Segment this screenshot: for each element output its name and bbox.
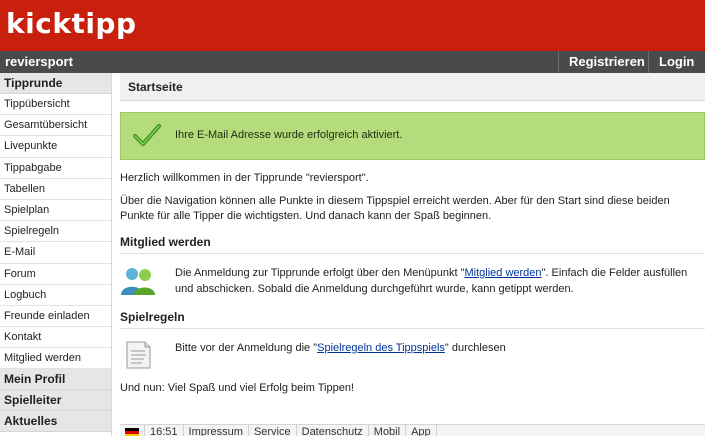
sidebar-heading-aktuelles[interactable]: Aktuelles [0, 411, 111, 433]
link-mitglied-werden[interactable]: Mitglied werden [464, 267, 541, 279]
page-title: Startseite [120, 73, 705, 101]
success-message: Ihre E-Mail Adresse wurde erfolgreich ak… [120, 112, 705, 160]
footer-flag-cell[interactable] [120, 425, 145, 436]
kicktipp-logo[interactable]: kicktipp [6, 7, 137, 40]
welcome-text: Herzlich willkommen in der Tipprunde "re… [120, 172, 369, 184]
member-text: Die Anmeldung zur Tipprunde erfolgt über… [175, 267, 688, 295]
intro-text: Über die Navigation können alle Punkte i… [120, 195, 670, 222]
footer-link-datenschutz[interactable]: Datenschutz [297, 425, 369, 436]
group-bar: reviersport Registrieren Login [0, 51, 705, 73]
sidebar-item-email[interactable]: E-Mail [0, 242, 111, 264]
main-content: Startseite Ihre E-Mail Adresse wurde erf… [112, 73, 705, 436]
sidebar-nav: Tipprunde Tippübersicht Gesamtübersicht … [0, 73, 112, 436]
success-text: Ihre E-Mail Adresse wurde erfolgreich ak… [175, 129, 403, 141]
users-icon [121, 268, 155, 295]
sidebar-item-tippabgabe[interactable]: Tippabgabe [0, 158, 111, 179]
sidebar-item-spielregeln[interactable]: Spielregeln [0, 221, 111, 243]
link-spielregeln[interactable]: Spielregeln des Tippspiels [317, 342, 445, 354]
rules-text: Bitte vor der Anmeldung die "Spielregeln… [175, 342, 506, 354]
document-icon [126, 341, 151, 369]
footer-time: 16:51 [145, 425, 184, 436]
footer-link-impressum[interactable]: Impressum [184, 425, 249, 436]
sidebar-item-tabellen[interactable]: Tabellen [0, 179, 111, 200]
sidebar-item-livepunkte[interactable]: Livepunkte [0, 136, 111, 158]
login-button[interactable]: Login [648, 51, 705, 73]
closing-text: Und nun: Viel Spaß und viel Erfolg beim … [120, 382, 354, 394]
checkmark-icon [133, 124, 161, 146]
german-flag-icon [125, 428, 139, 436]
section-title-spielregeln: Spielregeln [120, 310, 705, 329]
sidebar-heading-mein-profil[interactable]: Mein Profil [0, 369, 111, 391]
sidebar-heading-spielleiter[interactable]: Spielleiter [0, 390, 111, 412]
sidebar-item-spielplan[interactable]: Spielplan [0, 200, 111, 222]
footer-link-mobil[interactable]: Mobil [369, 425, 407, 436]
footer-link-service[interactable]: Service [249, 425, 297, 436]
top-header: kicktipp [0, 0, 705, 51]
sidebar-item-forum[interactable]: Forum [0, 264, 111, 285]
sidebar-item-logbuch[interactable]: Logbuch [0, 285, 111, 306]
group-name[interactable]: reviersport [5, 54, 73, 69]
sidebar-item-tippuebersicht[interactable]: Tippübersicht [0, 94, 111, 116]
sidebar-item-freunde-einladen[interactable]: Freunde einladen [0, 306, 111, 328]
register-button[interactable]: Registrieren [558, 51, 655, 73]
footer-link-app[interactable]: App [406, 425, 437, 436]
sidebar-heading-tipprunde[interactable]: Tipprunde [0, 73, 111, 94]
sidebar-item-kontakt[interactable]: Kontakt [0, 327, 111, 349]
footer-bar: 16:51 Impressum Service Datenschutz Mobi… [120, 424, 705, 436]
sidebar-item-gesamtuebersicht[interactable]: Gesamtübersicht [0, 115, 111, 137]
section-title-mitglied-werden: Mitglied werden [120, 235, 705, 254]
sidebar-item-mitglied-werden[interactable]: Mitglied werden [0, 348, 111, 370]
